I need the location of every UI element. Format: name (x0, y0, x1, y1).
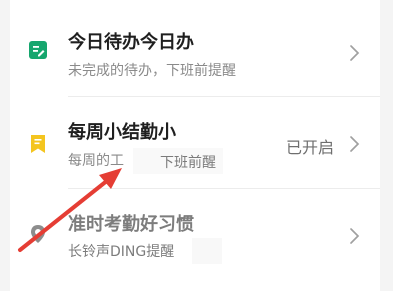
row-title: 每周小结勤小 (68, 122, 176, 143)
row-title: 准时考勤好习惯 (68, 214, 194, 235)
chevron-right-icon (350, 136, 360, 152)
row-subtitle: 未完成的待办，下班前提醒 (68, 63, 236, 79)
bookmark-icon (31, 135, 45, 153)
clipboard-edit-icon (29, 41, 47, 59)
reminder-row-today[interactable]: 今日待办今日办 未完成的待办，下班前提醒 (10, 0, 380, 96)
row-subtitle: 长铃声DING提醒 (68, 244, 175, 260)
map-pin-icon (31, 225, 45, 243)
chevron-right-icon (350, 45, 360, 61)
settings-card: 今日待办今日办 未完成的待办，下班前提醒 每周小结勤小 每周的工 已开启 准时考… (10, 0, 380, 291)
overlay-text: 下班前醒 (160, 155, 216, 171)
row-subtitle: 每周的工 (68, 153, 124, 169)
text-occlusion (195, 110, 217, 138)
status-label: 已开启 (286, 138, 335, 157)
row-title: 今日待办今日办 (68, 32, 194, 53)
divider (68, 188, 380, 189)
text-occlusion (192, 238, 222, 264)
screen: 今日待办今日办 未完成的待办，下班前提醒 每周小结勤小 每周的工 已开启 准时考… (0, 0, 393, 291)
chevron-right-icon (350, 228, 360, 244)
